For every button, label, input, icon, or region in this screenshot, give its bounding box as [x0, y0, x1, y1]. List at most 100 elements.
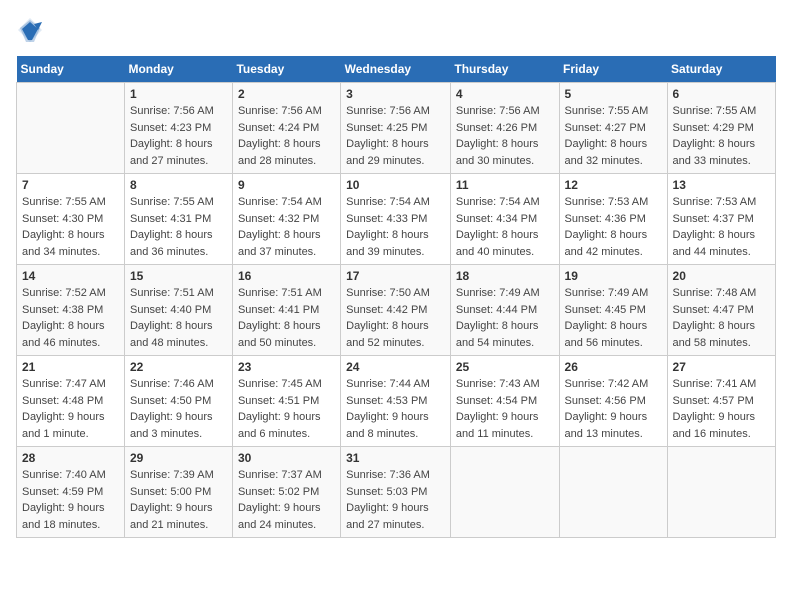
calendar-cell: 6 Sunrise: 7:55 AM Sunset: 4:29 PM Daylig… [667, 83, 775, 174]
calendar-table: SundayMondayTuesdayWednesdayThursdayFrid… [16, 56, 776, 538]
calendar-cell: 22Sunrise: 7:46 AM Sunset: 4:50 PM Dayli… [124, 356, 232, 447]
day-number: 1 [130, 87, 227, 101]
calendar-cell: 13 Sunrise: 7:53 AM Sunset: 4:37 PM Dayli… [667, 174, 775, 265]
calendar-week-row: 1 Sunrise: 7:56 AM Sunset: 4:23 PM Daylig… [17, 83, 776, 174]
day-info: Sunrise: 7:43 AM Sunset: 4:54 PM Dayligh… [456, 376, 554, 442]
weekday-header-thursday: Thursday [450, 56, 559, 83]
calendar-cell: 8 Sunrise: 7:55 AM Sunset: 4:31 PM Daylig… [124, 174, 232, 265]
day-info: Sunrise: 7:48 AM Sunset: 4:47 PM Dayligh… [673, 285, 770, 351]
day-info: Sunrise: 7:56 AM Sunset: 4:23 PM Dayligh… [130, 103, 227, 169]
day-info: Sunrise: 7:51 AM Sunset: 4:41 PM Dayligh… [238, 285, 335, 351]
weekday-header-sunday: Sunday [17, 56, 125, 83]
day-number: 30 [238, 451, 335, 465]
calendar-cell: 3 Sunrise: 7:56 AM Sunset: 4:25 PM Daylig… [341, 83, 451, 174]
calendar-cell: 11 Sunrise: 7:54 AM Sunset: 4:34 PM Dayli… [450, 174, 559, 265]
day-number: 11 [456, 178, 554, 192]
calendar-cell: 27 Sunrise: 7:41 AM Sunset: 4:57 PM Dayli… [667, 356, 775, 447]
calendar-cell: 17 Sunrise: 7:50 AM Sunset: 4:42 PM Dayli… [341, 265, 451, 356]
logo [16, 16, 48, 44]
day-number: 3 [346, 87, 445, 101]
day-info: Sunrise: 7:53 AM Sunset: 4:37 PM Dayligh… [673, 194, 770, 260]
calendar-week-row: 21 Sunrise: 7:47 AM Sunset: 4:48 PM Dayli… [17, 356, 776, 447]
day-number: 8 [130, 178, 227, 192]
weekday-header-row: SundayMondayTuesdayWednesdayThursdayFrid… [17, 56, 776, 83]
day-info: Sunrise: 7:42 AM Sunset: 4:56 PM Dayligh… [565, 376, 662, 442]
weekday-header-saturday: Saturday [667, 56, 775, 83]
calendar-cell: 10 Sunrise: 7:54 AM Sunset: 4:33 PM Dayli… [341, 174, 451, 265]
calendar-cell: 20 Sunrise: 7:48 AM Sunset: 4:47 PM Dayli… [667, 265, 775, 356]
calendar-cell: 19Sunrise: 7:49 AM Sunset: 4:45 PM Dayli… [559, 265, 667, 356]
day-info: Sunrise: 7:44 AM Sunset: 4:53 PM Dayligh… [346, 376, 445, 442]
day-number: 29 [130, 451, 227, 465]
day-number: 26 [565, 360, 662, 374]
calendar-cell: 9Sunrise: 7:54 AM Sunset: 4:32 PM Daylig… [232, 174, 340, 265]
day-number: 6 [673, 87, 770, 101]
day-info: Sunrise: 7:50 AM Sunset: 4:42 PM Dayligh… [346, 285, 445, 351]
weekday-header-friday: Friday [559, 56, 667, 83]
calendar-cell: 16 Sunrise: 7:51 AM Sunset: 4:41 PM Dayli… [232, 265, 340, 356]
day-info: Sunrise: 7:47 AM Sunset: 4:48 PM Dayligh… [22, 376, 119, 442]
day-info: Sunrise: 7:54 AM Sunset: 4:33 PM Dayligh… [346, 194, 445, 260]
calendar-cell: 7Sunrise: 7:55 AM Sunset: 4:30 PM Daylig… [17, 174, 125, 265]
calendar-cell: 5 Sunrise: 7:55 AM Sunset: 4:27 PM Daylig… [559, 83, 667, 174]
day-number: 5 [565, 87, 662, 101]
day-info: Sunrise: 7:55 AM Sunset: 4:30 PM Dayligh… [22, 194, 119, 260]
day-number: 20 [673, 269, 770, 283]
calendar-cell: 25 Sunrise: 7:43 AM Sunset: 4:54 PM Dayli… [450, 356, 559, 447]
calendar-cell: 12 Sunrise: 7:53 AM Sunset: 4:36 PM Dayli… [559, 174, 667, 265]
day-number: 25 [456, 360, 554, 374]
calendar-cell: 21 Sunrise: 7:47 AM Sunset: 4:48 PM Dayli… [17, 356, 125, 447]
day-number: 17 [346, 269, 445, 283]
day-info: Sunrise: 7:56 AM Sunset: 4:24 PM Dayligh… [238, 103, 335, 169]
day-info: Sunrise: 7:52 AM Sunset: 4:38 PM Dayligh… [22, 285, 119, 351]
calendar-cell: 31 Sunrise: 7:36 AM Sunset: 5:03 PM Dayli… [341, 447, 451, 538]
calendar-cell: 23Sunrise: 7:45 AM Sunset: 4:51 PM Dayli… [232, 356, 340, 447]
calendar-cell: 15Sunrise: 7:51 AM Sunset: 4:40 PM Dayli… [124, 265, 232, 356]
day-info: Sunrise: 7:55 AM Sunset: 4:31 PM Dayligh… [130, 194, 227, 260]
day-number: 22 [130, 360, 227, 374]
weekday-header-wednesday: Wednesday [341, 56, 451, 83]
day-number: 28 [22, 451, 119, 465]
calendar-cell [450, 447, 559, 538]
day-info: Sunrise: 7:55 AM Sunset: 4:27 PM Dayligh… [565, 103, 662, 169]
day-number: 16 [238, 269, 335, 283]
day-info: Sunrise: 7:54 AM Sunset: 4:32 PM Dayligh… [238, 194, 335, 260]
day-number: 15 [130, 269, 227, 283]
day-number: 4 [456, 87, 554, 101]
day-number: 27 [673, 360, 770, 374]
day-number: 12 [565, 178, 662, 192]
day-info: Sunrise: 7:39 AM Sunset: 5:00 PM Dayligh… [130, 467, 227, 533]
calendar-week-row: 14 Sunrise: 7:52 AM Sunset: 4:38 PM Dayli… [17, 265, 776, 356]
calendar-cell: 24 Sunrise: 7:44 AM Sunset: 4:53 PM Dayli… [341, 356, 451, 447]
day-info: Sunrise: 7:37 AM Sunset: 5:02 PM Dayligh… [238, 467, 335, 533]
day-number: 18 [456, 269, 554, 283]
day-number: 13 [673, 178, 770, 192]
day-info: Sunrise: 7:55 AM Sunset: 4:29 PM Dayligh… [673, 103, 770, 169]
weekday-header-monday: Monday [124, 56, 232, 83]
page-header [16, 16, 776, 44]
day-info: Sunrise: 7:53 AM Sunset: 4:36 PM Dayligh… [565, 194, 662, 260]
day-info: Sunrise: 7:36 AM Sunset: 5:03 PM Dayligh… [346, 467, 445, 533]
day-number: 10 [346, 178, 445, 192]
calendar-cell: 18Sunrise: 7:49 AM Sunset: 4:44 PM Dayli… [450, 265, 559, 356]
calendar-week-row: 7Sunrise: 7:55 AM Sunset: 4:30 PM Daylig… [17, 174, 776, 265]
day-number: 14 [22, 269, 119, 283]
day-info: Sunrise: 7:49 AM Sunset: 4:45 PM Dayligh… [565, 285, 662, 351]
logo-icon [16, 16, 44, 44]
calendar-cell: 28 Sunrise: 7:40 AM Sunset: 4:59 PM Dayli… [17, 447, 125, 538]
day-number: 21 [22, 360, 119, 374]
weekday-header-tuesday: Tuesday [232, 56, 340, 83]
calendar-cell [559, 447, 667, 538]
calendar-week-row: 28 Sunrise: 7:40 AM Sunset: 4:59 PM Dayli… [17, 447, 776, 538]
day-info: Sunrise: 7:45 AM Sunset: 4:51 PM Dayligh… [238, 376, 335, 442]
calendar-cell: 1 Sunrise: 7:56 AM Sunset: 4:23 PM Daylig… [124, 83, 232, 174]
calendar-cell: 2Sunrise: 7:56 AM Sunset: 4:24 PM Daylig… [232, 83, 340, 174]
day-info: Sunrise: 7:40 AM Sunset: 4:59 PM Dayligh… [22, 467, 119, 533]
day-number: 31 [346, 451, 445, 465]
day-info: Sunrise: 7:56 AM Sunset: 4:26 PM Dayligh… [456, 103, 554, 169]
day-number: 24 [346, 360, 445, 374]
calendar-cell [17, 83, 125, 174]
day-info: Sunrise: 7:41 AM Sunset: 4:57 PM Dayligh… [673, 376, 770, 442]
day-info: Sunrise: 7:54 AM Sunset: 4:34 PM Dayligh… [456, 194, 554, 260]
day-info: Sunrise: 7:56 AM Sunset: 4:25 PM Dayligh… [346, 103, 445, 169]
